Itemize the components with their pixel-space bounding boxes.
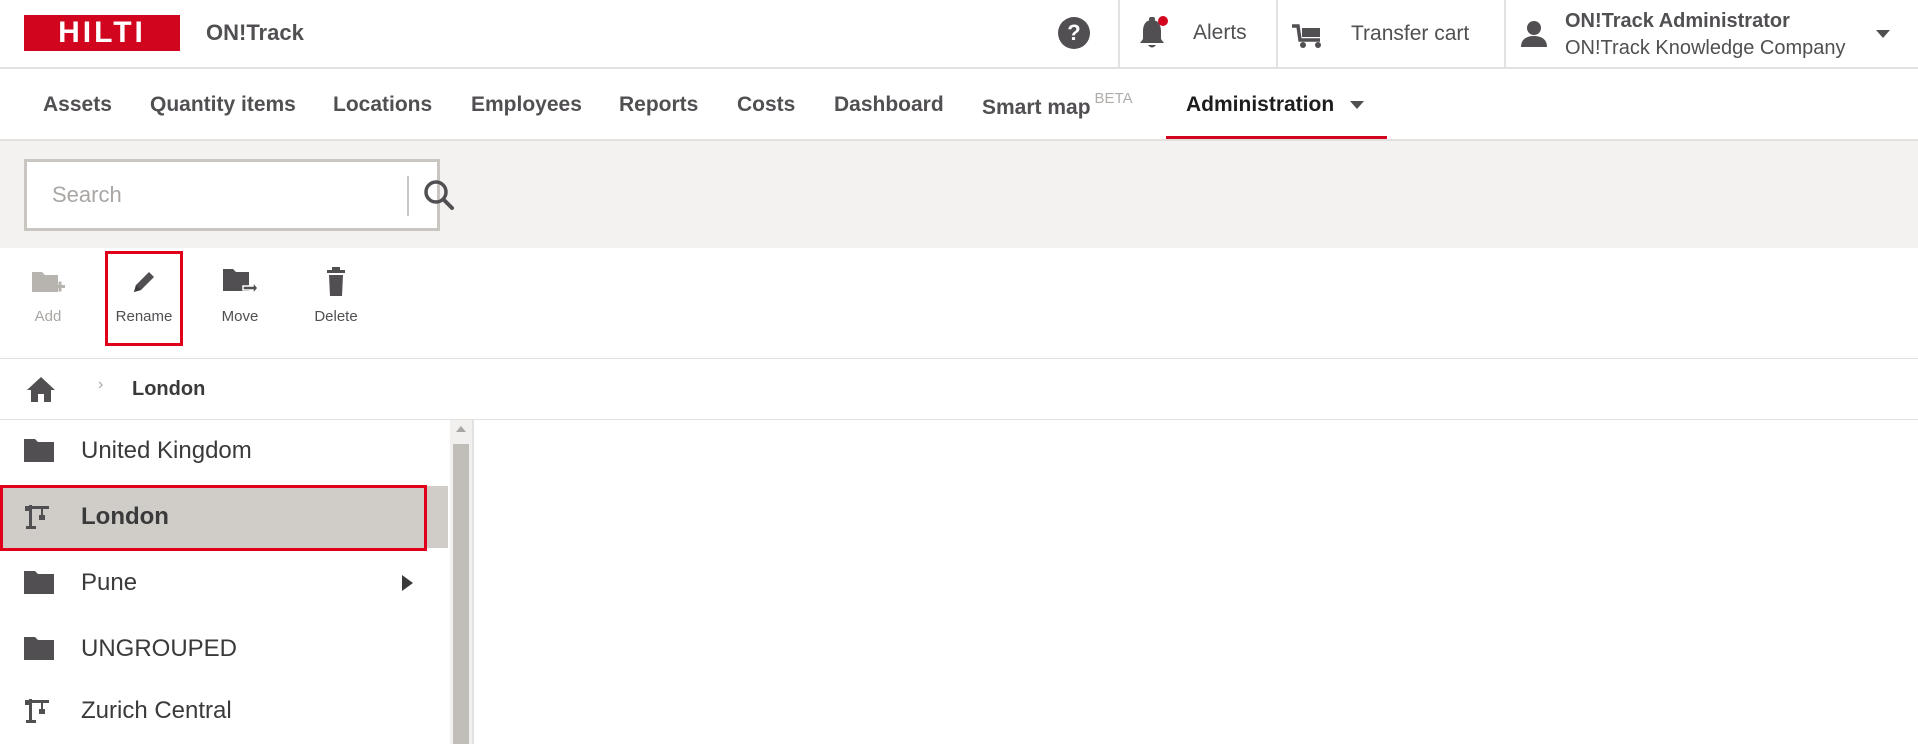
header-divider	[1118, 0, 1120, 67]
cart-icon[interactable]	[1290, 18, 1328, 50]
nav-costs[interactable]: Costs	[737, 93, 795, 117]
tree-item-label: United Kingdom	[81, 437, 252, 464]
expand-arrow-icon[interactable]	[402, 575, 413, 591]
chevron-down-icon[interactable]	[1350, 101, 1364, 109]
nav-assets[interactable]: Assets	[43, 93, 112, 117]
london-highlight-box	[0, 485, 427, 551]
nav-smart-map-label: Smart map	[982, 96, 1091, 119]
bell-icon[interactable]	[1136, 16, 1168, 52]
content-divider	[472, 420, 474, 744]
move-button[interactable]: Move	[200, 266, 280, 325]
tree-item[interactable]: United Kingdom	[0, 420, 448, 482]
search-input[interactable]	[27, 162, 405, 228]
add-label: Add	[34, 308, 62, 325]
search-divider	[407, 176, 409, 216]
breadcrumb: › London	[0, 359, 1918, 420]
nav-locations[interactable]: Locations	[333, 93, 432, 117]
help-icon[interactable]: ?	[1058, 17, 1090, 49]
app-title: ON!Track	[206, 20, 304, 45]
active-tab-indicator	[1166, 136, 1387, 139]
tree-scrollbar[interactable]	[450, 420, 472, 744]
tree-item-label: UNGROUPED	[81, 635, 238, 662]
tree-item[interactable]: UNGROUPED	[0, 618, 448, 680]
delete-button[interactable]: Delete	[296, 266, 376, 325]
delete-label: Delete	[314, 308, 358, 325]
folder-icon	[24, 439, 54, 462]
app-header: HILTI ON!Track ? Alerts Transfer cart ON…	[0, 0, 1918, 69]
tree-item-label: Pune	[81, 569, 138, 596]
hilti-logo[interactable]: HILTI	[24, 15, 180, 51]
search-icon[interactable]	[423, 179, 455, 211]
add-folder-icon	[32, 272, 65, 292]
action-toolbar: Add Rename Move Delete	[0, 248, 1918, 359]
move-label: Move	[221, 308, 259, 325]
beta-badge: BETA	[1094, 90, 1133, 107]
breadcrumb-current: London	[132, 378, 206, 400]
trash-icon	[327, 267, 345, 296]
home-icon[interactable]	[26, 375, 56, 403]
folder-icon	[24, 637, 54, 660]
rename-highlight-box	[105, 251, 183, 346]
nav-dashboard[interactable]: Dashboard	[834, 93, 944, 117]
user-name[interactable]: ON!Track Administrator	[1565, 10, 1790, 33]
scroll-up-icon[interactable]	[456, 426, 466, 432]
main-nav: Assets Quantity items Locations Employee…	[0, 69, 1918, 141]
tree-item-label: Zurich Central	[81, 697, 232, 724]
folder-icon	[24, 571, 54, 594]
transfer-cart-link[interactable]: Transfer cart	[1351, 22, 1469, 46]
crane-icon	[25, 699, 49, 723]
nav-reports[interactable]: Reports	[619, 93, 698, 117]
user-company[interactable]: ON!Track Knowledge Company	[1565, 37, 1846, 60]
nav-smart-map[interactable]: Smart map BETA	[982, 90, 1133, 120]
header-divider	[1276, 0, 1278, 67]
chevron-right-icon: ›	[98, 376, 104, 393]
search-band	[0, 141, 1918, 248]
search-box	[24, 159, 454, 231]
scroll-thumb[interactable]	[453, 444, 469, 744]
nav-employees[interactable]: Employees	[471, 93, 582, 117]
nav-quantity-items[interactable]: Quantity items	[150, 93, 296, 117]
location-tree: United Kingdom London Pune UNGROUPED Zur…	[0, 420, 450, 744]
add-button[interactable]: Add	[8, 266, 88, 325]
alerts-link[interactable]: Alerts	[1193, 21, 1247, 45]
tree-item[interactable]: Zurich Central	[0, 680, 448, 742]
chevron-down-icon[interactable]	[1876, 30, 1890, 38]
nav-administration[interactable]: Administration	[1186, 93, 1334, 117]
tree-item[interactable]: Pune	[0, 552, 448, 614]
move-folder-icon	[223, 269, 259, 297]
header-divider	[1504, 0, 1506, 67]
user-icon[interactable]	[1520, 20, 1548, 48]
